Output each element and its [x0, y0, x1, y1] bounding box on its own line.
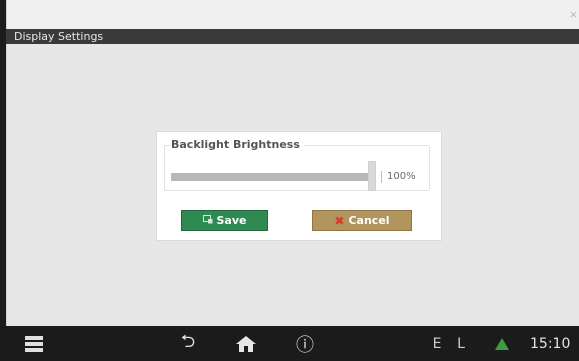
top-bar: × — [6, 0, 579, 29]
save-icon — [202, 214, 213, 227]
slider-tick — [381, 171, 382, 183]
brightness-group: Backlight Brightness 100% — [164, 138, 430, 191]
info-icon[interactable]: ⓘ — [293, 326, 317, 361]
warning-icon[interactable] — [493, 326, 511, 361]
title-bar: Display Settings — [6, 29, 579, 44]
brightness-slider-fill — [171, 173, 371, 181]
menu-icon[interactable] — [22, 326, 46, 361]
cancel-button[interactable]: ✖ Cancel — [312, 210, 412, 231]
backlight-dialog: Backlight Brightness 100% Save ✖ Cancel — [156, 131, 442, 241]
save-button-label: Save — [216, 214, 247, 227]
back-icon[interactable]: ⮌ — [176, 326, 200, 361]
content-area: Backlight Brightness 100% Save ✖ Cancel — [6, 44, 579, 326]
page-title: Display Settings — [14, 30, 104, 43]
brightness-value: 100% — [387, 171, 416, 182]
close-button[interactable]: × — [567, 7, 579, 23]
display-settings-screen: × Display Settings Backlight Brightness … — [0, 0, 579, 361]
status-e: E — [432, 335, 442, 352]
brightness-slider-track[interactable] — [171, 173, 371, 181]
cancel-button-label: Cancel — [348, 214, 390, 227]
status-l: L — [457, 335, 465, 352]
brightness-group-label: Backlight Brightness — [171, 138, 304, 152]
home-icon[interactable] — [233, 326, 259, 361]
clock: 15:10 — [530, 335, 571, 352]
save-button[interactable]: Save — [181, 210, 268, 231]
cancel-icon: ✖ — [334, 213, 345, 228]
brightness-slider-thumb[interactable] — [368, 161, 376, 191]
bottom-bar: ⮌ ⓘ E L 15:10 — [0, 326, 579, 361]
